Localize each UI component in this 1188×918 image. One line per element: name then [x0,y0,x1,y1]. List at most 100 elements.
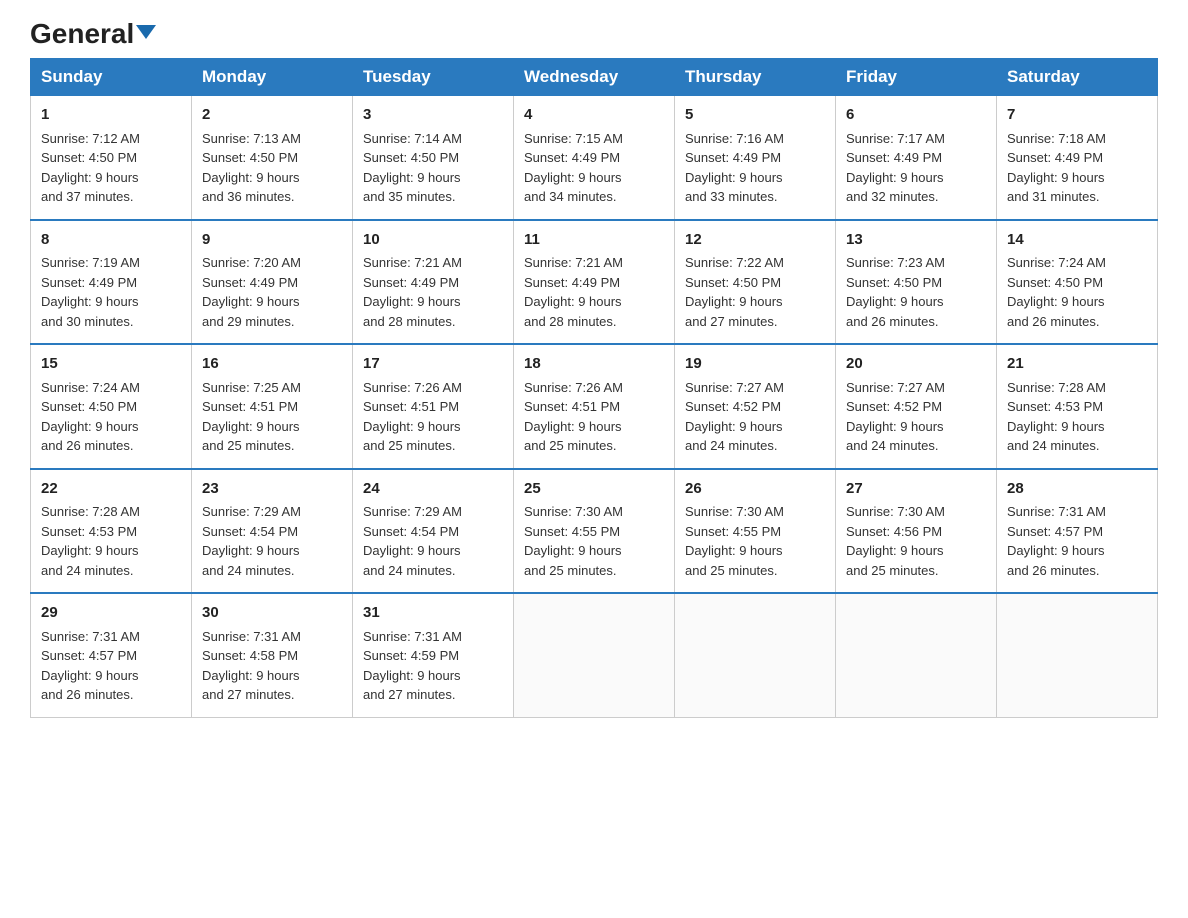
calendar-week-row: 29Sunrise: 7:31 AMSunset: 4:57 PMDayligh… [31,593,1158,717]
day-number: 10 [363,229,503,252]
day-number: 17 [363,353,503,376]
table-row: 25Sunrise: 7:30 AMSunset: 4:55 PMDayligh… [514,469,675,594]
day-info: Sunrise: 7:12 AMSunset: 4:50 PMDaylight:… [41,129,181,207]
day-number: 6 [846,104,986,127]
day-number: 22 [41,478,181,501]
calendar-table: Sunday Monday Tuesday Wednesday Thursday… [30,58,1158,718]
table-row: 18Sunrise: 7:26 AMSunset: 4:51 PMDayligh… [514,344,675,469]
table-row: 21Sunrise: 7:28 AMSunset: 4:53 PMDayligh… [997,344,1158,469]
day-number: 24 [363,478,503,501]
table-row [836,593,997,717]
table-row: 8Sunrise: 7:19 AMSunset: 4:49 PMDaylight… [31,220,192,345]
calendar-week-row: 8Sunrise: 7:19 AMSunset: 4:49 PMDaylight… [31,220,1158,345]
day-number: 29 [41,602,181,625]
day-info: Sunrise: 7:30 AMSunset: 4:56 PMDaylight:… [846,502,986,580]
day-info: Sunrise: 7:16 AMSunset: 4:49 PMDaylight:… [685,129,825,207]
table-row: 24Sunrise: 7:29 AMSunset: 4:54 PMDayligh… [353,469,514,594]
day-number: 20 [846,353,986,376]
day-info: Sunrise: 7:27 AMSunset: 4:52 PMDaylight:… [846,378,986,456]
day-info: Sunrise: 7:29 AMSunset: 4:54 PMDaylight:… [202,502,342,580]
day-info: Sunrise: 7:20 AMSunset: 4:49 PMDaylight:… [202,253,342,331]
day-info: Sunrise: 7:27 AMSunset: 4:52 PMDaylight:… [685,378,825,456]
table-row: 29Sunrise: 7:31 AMSunset: 4:57 PMDayligh… [31,593,192,717]
logo-general-text: General [30,20,156,48]
table-row: 11Sunrise: 7:21 AMSunset: 4:49 PMDayligh… [514,220,675,345]
day-info: Sunrise: 7:24 AMSunset: 4:50 PMDaylight:… [1007,253,1147,331]
header-tuesday: Tuesday [353,59,514,96]
day-number: 9 [202,229,342,252]
logo-triangle-icon [136,25,156,39]
day-info: Sunrise: 7:21 AMSunset: 4:49 PMDaylight:… [524,253,664,331]
day-number: 4 [524,104,664,127]
day-number: 30 [202,602,342,625]
day-info: Sunrise: 7:15 AMSunset: 4:49 PMDaylight:… [524,129,664,207]
day-info: Sunrise: 7:28 AMSunset: 4:53 PMDaylight:… [41,502,181,580]
day-info: Sunrise: 7:25 AMSunset: 4:51 PMDaylight:… [202,378,342,456]
day-info: Sunrise: 7:22 AMSunset: 4:50 PMDaylight:… [685,253,825,331]
day-info: Sunrise: 7:19 AMSunset: 4:49 PMDaylight:… [41,253,181,331]
table-row: 13Sunrise: 7:23 AMSunset: 4:50 PMDayligh… [836,220,997,345]
header-saturday: Saturday [997,59,1158,96]
day-number: 15 [41,353,181,376]
day-info: Sunrise: 7:21 AMSunset: 4:49 PMDaylight:… [363,253,503,331]
day-info: Sunrise: 7:14 AMSunset: 4:50 PMDaylight:… [363,129,503,207]
header-monday: Monday [192,59,353,96]
day-number: 18 [524,353,664,376]
table-row: 3Sunrise: 7:14 AMSunset: 4:50 PMDaylight… [353,96,514,220]
table-row [514,593,675,717]
day-number: 11 [524,229,664,252]
table-row: 23Sunrise: 7:29 AMSunset: 4:54 PMDayligh… [192,469,353,594]
day-info: Sunrise: 7:26 AMSunset: 4:51 PMDaylight:… [363,378,503,456]
table-row: 1Sunrise: 7:12 AMSunset: 4:50 PMDaylight… [31,96,192,220]
table-row: 10Sunrise: 7:21 AMSunset: 4:49 PMDayligh… [353,220,514,345]
day-info: Sunrise: 7:31 AMSunset: 4:58 PMDaylight:… [202,627,342,705]
day-info: Sunrise: 7:13 AMSunset: 4:50 PMDaylight:… [202,129,342,207]
day-info: Sunrise: 7:26 AMSunset: 4:51 PMDaylight:… [524,378,664,456]
day-number: 5 [685,104,825,127]
table-row: 16Sunrise: 7:25 AMSunset: 4:51 PMDayligh… [192,344,353,469]
day-number: 3 [363,104,503,127]
day-number: 16 [202,353,342,376]
table-row: 28Sunrise: 7:31 AMSunset: 4:57 PMDayligh… [997,469,1158,594]
table-row [997,593,1158,717]
day-number: 27 [846,478,986,501]
day-number: 26 [685,478,825,501]
day-info: Sunrise: 7:24 AMSunset: 4:50 PMDaylight:… [41,378,181,456]
calendar-week-row: 1Sunrise: 7:12 AMSunset: 4:50 PMDaylight… [31,96,1158,220]
table-row: 22Sunrise: 7:28 AMSunset: 4:53 PMDayligh… [31,469,192,594]
day-info: Sunrise: 7:23 AMSunset: 4:50 PMDaylight:… [846,253,986,331]
day-info: Sunrise: 7:31 AMSunset: 4:59 PMDaylight:… [363,627,503,705]
table-row: 31Sunrise: 7:31 AMSunset: 4:59 PMDayligh… [353,593,514,717]
header-wednesday: Wednesday [514,59,675,96]
table-row: 7Sunrise: 7:18 AMSunset: 4:49 PMDaylight… [997,96,1158,220]
day-info: Sunrise: 7:31 AMSunset: 4:57 PMDaylight:… [41,627,181,705]
table-row: 27Sunrise: 7:30 AMSunset: 4:56 PMDayligh… [836,469,997,594]
table-row: 15Sunrise: 7:24 AMSunset: 4:50 PMDayligh… [31,344,192,469]
table-row: 17Sunrise: 7:26 AMSunset: 4:51 PMDayligh… [353,344,514,469]
table-row: 5Sunrise: 7:16 AMSunset: 4:49 PMDaylight… [675,96,836,220]
day-number: 12 [685,229,825,252]
table-row: 4Sunrise: 7:15 AMSunset: 4:49 PMDaylight… [514,96,675,220]
header-thursday: Thursday [675,59,836,96]
header-friday: Friday [836,59,997,96]
day-info: Sunrise: 7:29 AMSunset: 4:54 PMDaylight:… [363,502,503,580]
day-number: 13 [846,229,986,252]
day-info: Sunrise: 7:31 AMSunset: 4:57 PMDaylight:… [1007,502,1147,580]
day-number: 8 [41,229,181,252]
day-number: 21 [1007,353,1147,376]
day-info: Sunrise: 7:28 AMSunset: 4:53 PMDaylight:… [1007,378,1147,456]
day-number: 25 [524,478,664,501]
day-info: Sunrise: 7:18 AMSunset: 4:49 PMDaylight:… [1007,129,1147,207]
table-row: 19Sunrise: 7:27 AMSunset: 4:52 PMDayligh… [675,344,836,469]
day-number: 19 [685,353,825,376]
day-number: 23 [202,478,342,501]
table-row: 14Sunrise: 7:24 AMSunset: 4:50 PMDayligh… [997,220,1158,345]
day-info: Sunrise: 7:30 AMSunset: 4:55 PMDaylight:… [685,502,825,580]
day-number: 14 [1007,229,1147,252]
day-number: 7 [1007,104,1147,127]
table-row: 12Sunrise: 7:22 AMSunset: 4:50 PMDayligh… [675,220,836,345]
table-row: 2Sunrise: 7:13 AMSunset: 4:50 PMDaylight… [192,96,353,220]
table-row: 26Sunrise: 7:30 AMSunset: 4:55 PMDayligh… [675,469,836,594]
weekday-header-row: Sunday Monday Tuesday Wednesday Thursday… [31,59,1158,96]
table-row: 6Sunrise: 7:17 AMSunset: 4:49 PMDaylight… [836,96,997,220]
